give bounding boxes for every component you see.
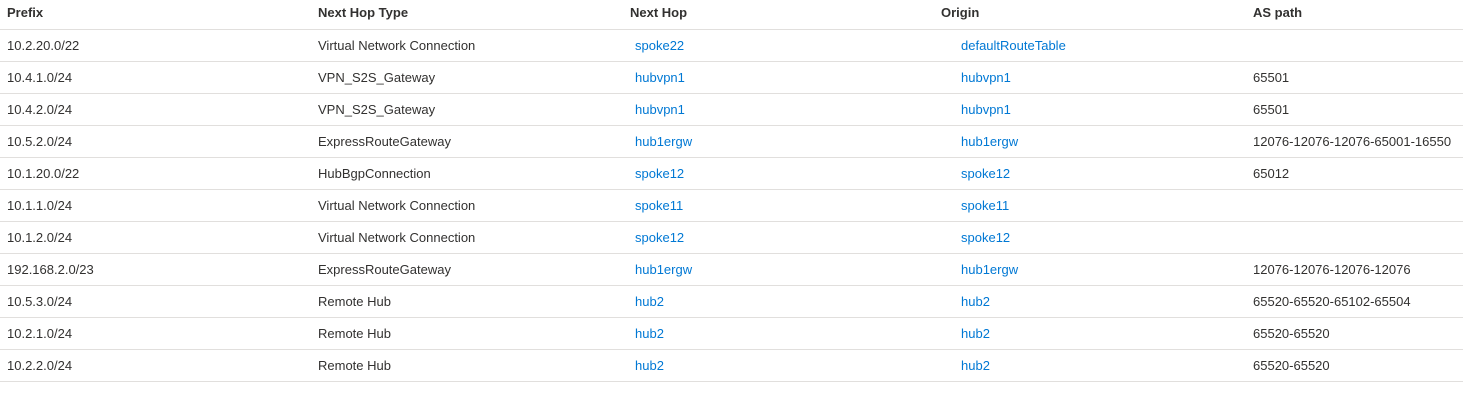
- cell-origin: hub1ergw: [961, 126, 1018, 157]
- cell-next-hop-type: ExpressRouteGateway: [318, 262, 451, 277]
- table-row: 10.4.2.0/24 VPN_S2S_Gateway hubvpn1 hubvpn1…: [0, 94, 1463, 126]
- column-header-next-hop-type[interactable]: Next Hop Type: [318, 0, 408, 29]
- cell-next-hop-link[interactable]: hub1ergw: [635, 262, 692, 277]
- cell-prefix: 10.5.2.0/24: [7, 134, 73, 149]
- table-row: 10.5.3.0/24 Remote Hub hub2 hub2 65520-65520…: [0, 286, 1463, 318]
- cell-prefix: 192.168.2.0/23: [7, 262, 94, 277]
- cell-next-hop-link[interactable]: spoke12: [635, 166, 684, 181]
- cell-origin-link[interactable]: spoke12: [961, 230, 1010, 245]
- cell-as-path: 65520-65520: [1253, 326, 1330, 341]
- cell-prefix: 10.2.1.0/24: [7, 326, 73, 341]
- table-row: 10.1.1.0/24 Virtual Network Connection spo…: [0, 190, 1463, 222]
- table-row: 192.168.2.0/23 ExpressRouteGateway hub1erg…: [0, 254, 1463, 286]
- cell-prefix: 10.2.20.0/22: [7, 38, 80, 53]
- cell-prefix: 10.4.2.0/24: [7, 102, 73, 117]
- cell-origin-link[interactable]: hubvpn1: [961, 102, 1011, 117]
- cell-origin-link[interactable]: defaultRouteTable: [961, 38, 1066, 53]
- column-header-as-path[interactable]: AS path: [1253, 0, 1302, 29]
- cell-prefix: 10.1.1.0/24: [7, 198, 73, 213]
- cell-next-hop: spoke22: [635, 30, 684, 61]
- cell-origin: hub2: [961, 318, 990, 349]
- cell-next-hop: hub2: [635, 350, 664, 381]
- cell-origin-link[interactable]: hub1ergw: [961, 262, 1018, 277]
- table-row: 10.2.2.0/24 Remote Hub hub2 hub2 65520-65520: [0, 350, 1463, 382]
- cell-next-hop: spoke11: [635, 190, 683, 221]
- cell-next-hop-link[interactable]: hubvpn1: [635, 70, 685, 85]
- cell-origin: defaultRouteTable: [961, 30, 1066, 61]
- cell-next-hop: spoke12: [635, 222, 684, 253]
- cell-next-hop: hub2: [635, 286, 664, 317]
- cell-next-hop: spoke12: [635, 158, 684, 189]
- cell-origin-link[interactable]: spoke12: [961, 166, 1010, 181]
- cell-as-path: 65501: [1253, 70, 1290, 85]
- cell-next-hop-link[interactable]: hub2: [635, 326, 664, 341]
- column-header-origin[interactable]: Origin: [941, 0, 979, 29]
- cell-prefix: 10.5.3.0/24: [7, 294, 73, 309]
- cell-next-hop-link[interactable]: hub1ergw: [635, 134, 692, 149]
- cell-next-hop-link[interactable]: hub2: [635, 358, 664, 373]
- cell-origin-link[interactable]: hub2: [961, 358, 990, 373]
- cell-prefix: 10.2.2.0/24: [7, 358, 73, 373]
- cell-next-hop-type: Virtual Network Connection: [318, 198, 476, 213]
- table-row: 10.1.20.0/22 HubBgpConnection spoke12 spoke…: [0, 158, 1463, 190]
- effective-routes-table: Prefix Next Hop Type Next Hop Origin AS …: [0, 0, 1463, 382]
- column-header-next-hop[interactable]: Next Hop: [630, 0, 687, 29]
- cell-next-hop-type: Remote Hub: [318, 326, 391, 341]
- cell-as-path: 65520-65520: [1253, 358, 1330, 373]
- cell-next-hop-type: ExpressRouteGateway: [318, 134, 451, 149]
- table-header: Prefix Next Hop Type Next Hop Origin AS …: [0, 0, 1463, 30]
- cell-next-hop: hub1ergw: [635, 254, 692, 285]
- table-row: 10.4.1.0/24 VPN_S2S_Gateway hubvpn1 hubvpn1…: [0, 62, 1463, 94]
- cell-next-hop-link[interactable]: spoke22: [635, 38, 684, 53]
- cell-next-hop-type: Remote Hub: [318, 294, 391, 309]
- cell-origin-link[interactable]: spoke11: [961, 198, 1009, 213]
- cell-next-hop-type: Virtual Network Connection: [318, 38, 476, 53]
- cell-next-hop: hubvpn1: [635, 62, 685, 93]
- table-row: 10.2.20.0/22 Virtual Network Connection sp…: [0, 30, 1463, 62]
- cell-next-hop-type: HubBgpConnection: [318, 166, 431, 181]
- cell-next-hop: hub1ergw: [635, 126, 692, 157]
- cell-origin: hubvpn1: [961, 62, 1011, 93]
- cell-next-hop-type: Virtual Network Connection: [318, 230, 476, 245]
- cell-next-hop-type: VPN_S2S_Gateway: [318, 70, 436, 85]
- cell-as-path: 12076-12076-12076-12076: [1253, 262, 1411, 277]
- cell-as-path: 65012: [1253, 166, 1290, 181]
- cell-origin-link[interactable]: hub2: [961, 294, 990, 309]
- cell-next-hop-link[interactable]: hubvpn1: [635, 102, 685, 117]
- cell-next-hop: hub2: [635, 318, 664, 349]
- table-row: 10.1.2.0/24 Virtual Network Connection spo…: [0, 222, 1463, 254]
- cell-next-hop: hubvpn1: [635, 94, 685, 125]
- cell-next-hop-type: Remote Hub: [318, 358, 391, 373]
- cell-as-path: 65520-65520-65102-65504: [1253, 294, 1411, 309]
- column-header-prefix[interactable]: Prefix: [7, 0, 43, 29]
- table-body: 10.2.20.0/22 Virtual Network Connection sp…: [0, 30, 1463, 382]
- cell-prefix: 10.4.1.0/24: [7, 70, 73, 85]
- cell-origin-link[interactable]: hub1ergw: [961, 134, 1018, 149]
- cell-next-hop-link[interactable]: hub2: [635, 294, 664, 309]
- cell-origin: hub2: [961, 286, 990, 317]
- cell-next-hop-type: VPN_S2S_Gateway: [318, 102, 436, 117]
- cell-origin: hub1ergw: [961, 254, 1018, 285]
- table-row: 10.5.2.0/24 ExpressRouteGateway hub1ergw hu…: [0, 126, 1463, 158]
- cell-next-hop-link[interactable]: spoke12: [635, 230, 684, 245]
- cell-as-path: 65501: [1253, 102, 1290, 117]
- table-row: 10.2.1.0/24 Remote Hub hub2 hub2 65520-65520: [0, 318, 1463, 350]
- cell-origin-link[interactable]: hub2: [961, 326, 990, 341]
- cell-origin: hub2: [961, 350, 990, 381]
- cell-prefix: 10.1.2.0/24: [7, 230, 73, 245]
- cell-origin: spoke12: [961, 158, 1010, 189]
- cell-origin-link[interactable]: hubvpn1: [961, 70, 1011, 85]
- cell-origin: spoke11: [961, 190, 1009, 221]
- cell-origin: spoke12: [961, 222, 1010, 253]
- cell-origin: hubvpn1: [961, 94, 1011, 125]
- cell-as-path: 12076-12076-12076-65001-16550: [1253, 134, 1452, 149]
- cell-next-hop-link[interactable]: spoke11: [635, 198, 683, 213]
- cell-prefix: 10.1.20.0/22: [7, 166, 80, 181]
